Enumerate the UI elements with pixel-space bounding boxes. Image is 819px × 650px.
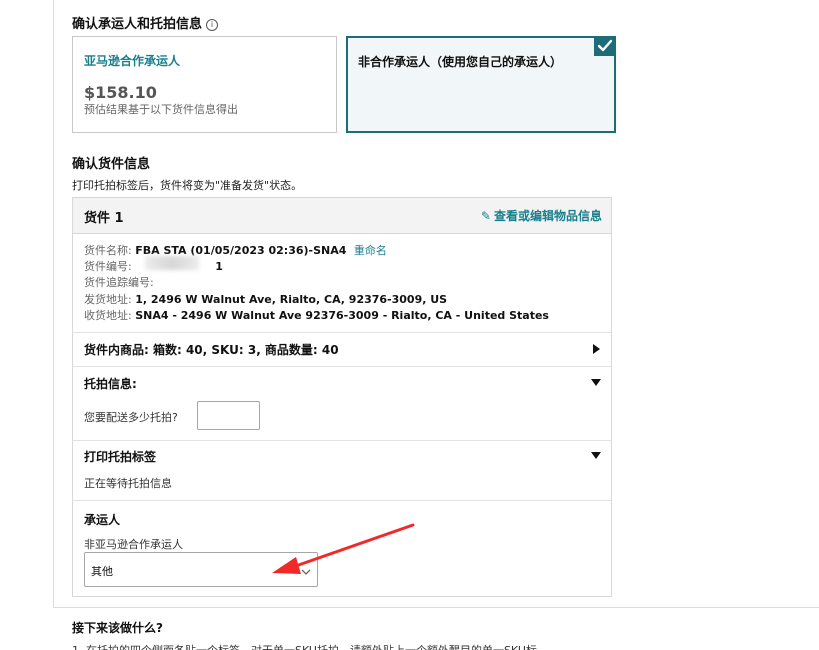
print-labels-status: 正在等待托拍信息 — [84, 477, 172, 490]
page: 确认承运人和托拍信息 i 亚马逊合作承运人 $158.10 预估结果基于以下货件信… — [0, 0, 819, 650]
shipment-title: 货件 1 — [84, 211, 124, 226]
estimated-price: $158.10 — [84, 83, 157, 102]
shipment-id-label: 货件编号: — [84, 260, 132, 273]
carrier-select-value: 其他 — [91, 565, 113, 578]
carrier-label: 非亚马逊合作承运人 — [84, 538, 183, 551]
shipment-name-label: 货件名称: — [84, 244, 132, 257]
confirm-shipment-subtitle: 打印托拍标签后，货件将变为"准备发货"状态。 — [72, 179, 303, 192]
section-divider — [53, 607, 819, 608]
confirm-carrier-title: 确认承运人和托拍信息 — [72, 17, 203, 32]
pallet-count-question: 您要配送多少托拍? — [84, 411, 178, 424]
ship-from-value: 1, 2496 W Walnut Ave, Rialto, CA, 92376-… — [135, 293, 448, 306]
non-partnered-carrier-name: 非合作承运人（使用您自己的承运人） — [358, 55, 563, 69]
left-divider — [53, 0, 54, 607]
pallet-count-input[interactable] — [197, 401, 260, 430]
divider — [73, 500, 611, 501]
divider — [73, 332, 611, 333]
ship-to-row: 收货地址: SNA4 - 2496 W Walnut Ave 92376-300… — [84, 307, 549, 323]
tracking-id-label: 货件追踪编号: — [84, 276, 154, 289]
next-steps-title: 接下来该做什么? — [72, 621, 163, 635]
ship-from-label: 发货地址: — [84, 293, 132, 306]
tracking-id-row: 货件追踪编号: — [84, 274, 154, 290]
shipment-name-row: 货件名称: FBA STA (01/05/2023 02:36)-SNA4 重命… — [84, 242, 387, 258]
view-edit-items-label: 查看或编辑物品信息 — [493, 209, 602, 223]
pallet-info-title: 托拍信息: — [84, 377, 137, 391]
info-icon[interactable]: i — [206, 19, 219, 31]
triangle-down-icon[interactable] — [591, 452, 601, 459]
ship-to-value: SNA4 - 2496 W Walnut Ave 92376-3009 - Ri… — [135, 309, 549, 322]
confirm-carrier-heading: 确认承运人和托拍信息 i — [72, 13, 219, 32]
triangle-down-icon[interactable] — [591, 379, 601, 386]
view-edit-items-link[interactable]: ✎ 查看或编辑物品信息 — [481, 207, 602, 224]
chevron-down-icon — [300, 563, 312, 582]
ship-to-label: 收货地址: — [84, 309, 132, 322]
shipment-contents-summary[interactable]: 货件内商品: 箱数: 40, SKU: 3, 商品数量: 40 — [84, 341, 339, 358]
ship-from-row: 发货地址: 1, 2496 W Walnut Ave, Rialto, CA, … — [84, 291, 447, 307]
carrier-title: 承运人 — [84, 513, 121, 527]
redacted-blur — [145, 256, 199, 270]
amazon-partnered-carrier-card[interactable]: 亚马逊合作承运人 $158.10 预估结果基于以下货件信息得出 — [72, 36, 337, 133]
shipment-id-value: 1 — [215, 260, 223, 273]
pencil-icon: ✎ — [480, 209, 491, 223]
divider — [73, 366, 611, 367]
next-steps-first-line: 1. 在托拍的四个侧面各贴一个标签，对于单一SKU托拍，请额外贴上一个额外醒目的… — [72, 642, 537, 650]
checkmark-icon — [594, 36, 616, 56]
triangle-right-icon[interactable] — [593, 344, 600, 354]
confirm-shipment-title: 确认货件信息 — [72, 157, 151, 172]
carrier-select[interactable]: 其他 — [84, 552, 318, 587]
print-pallet-labels-title: 打印托拍标签 — [84, 450, 157, 464]
divider — [73, 440, 611, 441]
shipment-header: 货件 1 ✎ 查看或编辑物品信息 — [73, 198, 611, 234]
shipment-panel: 货件 1 ✎ 查看或编辑物品信息 货件名称: FBA STA (01/05/202… — [72, 197, 612, 597]
estimate-note: 预估结果基于以下货件信息得出 — [84, 103, 238, 116]
non-partnered-carrier-card[interactable]: 非合作承运人（使用您自己的承运人） — [346, 36, 616, 133]
rename-link[interactable]: 重命名 — [354, 244, 387, 257]
amazon-carrier-name: 亚马逊合作承运人 — [84, 54, 181, 68]
